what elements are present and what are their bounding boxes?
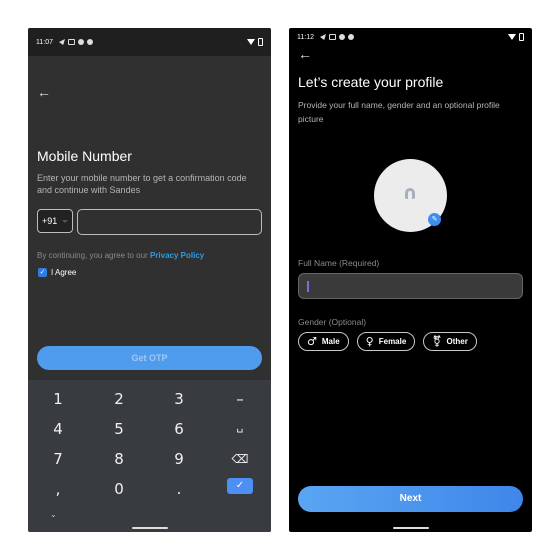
back-arrow-icon[interactable]: ← — [37, 85, 51, 99]
gender-chip-female[interactable]: ♀ Female — [356, 332, 416, 351]
numeric-keyboard: 1 2 3 – 4 5 6 ␣ 7 8 9 ⌫ , 0 . ✓ ⌄ — [28, 380, 271, 532]
telegram-icon — [59, 39, 65, 45]
create-profile-screen: 11:12 ← Let’s create your profile Provid… — [289, 28, 532, 532]
key-2[interactable]: 2 — [99, 390, 139, 408]
privacy-policy-link[interactable]: Privacy Policy — [150, 251, 204, 260]
key-space[interactable]: ␣ — [220, 420, 260, 433]
page-title: Mobile Number — [37, 148, 132, 164]
key-9[interactable]: 9 — [159, 450, 199, 468]
full-name-label: Full Name (Required) — [298, 258, 380, 268]
key-dash[interactable]: – — [220, 390, 260, 408]
gender-chip-other[interactable]: ⚧ Other — [423, 332, 477, 351]
battery-icon — [258, 38, 263, 46]
gesture-nav-bar[interactable] — [392, 527, 429, 529]
country-code-select[interactable]: +91 — [37, 209, 73, 233]
page-description: Enter your mobile number to get a confir… — [37, 173, 247, 195]
page-description: Provide your full name, gender and an op… — [298, 100, 500, 124]
key-6[interactable]: 6 — [159, 420, 199, 438]
gesture-nav-bar[interactable] — [131, 527, 168, 529]
agree-checkbox-row[interactable]: ✓ I Agree — [38, 268, 76, 277]
status-time: 11:12 — [297, 33, 314, 41]
mobile-number-input[interactable] — [77, 209, 262, 235]
gender-options: ♂ Male ♀ Female ⚧ Other — [298, 332, 477, 351]
key-comma[interactable]: , — [38, 480, 78, 498]
key-0[interactable]: 0 — [99, 480, 139, 498]
transgender-icon: ⚧ — [432, 335, 442, 348]
edit-pencil-icon[interactable]: ✎ — [428, 213, 441, 226]
text-cursor — [307, 281, 309, 292]
spotify-icon — [78, 39, 84, 45]
chevron-down-icon — [62, 220, 68, 223]
spotify-icon — [348, 34, 354, 40]
person-icon — [405, 188, 415, 199]
gender-chip-male[interactable]: ♂ Male — [298, 332, 349, 351]
spotify-icon — [339, 34, 345, 40]
chip-label: Female — [378, 337, 407, 346]
key-5[interactable]: 5 — [99, 420, 139, 438]
key-period[interactable]: . — [159, 480, 199, 498]
status-time: 11:07 — [36, 38, 53, 46]
consent-label: By continuing, you agree to our — [37, 251, 150, 260]
telegram-icon — [320, 34, 326, 40]
get-otp-button[interactable]: Get OTP — [37, 346, 262, 370]
agree-label: I Agree — [51, 268, 77, 277]
key-1[interactable]: 1 — [38, 390, 78, 408]
male-icon: ♂ — [307, 335, 317, 348]
keyboard-hide-icon[interactable]: ⌄ — [50, 510, 57, 519]
status-bar: 11:07 — [28, 28, 271, 56]
chip-label: Male — [321, 337, 340, 346]
consent-text: By continuing, you agree to our Privacy … — [37, 251, 204, 260]
mobile-number-screen: 11:07 ← Mobile Number Enter your mobile … — [28, 28, 271, 532]
notification-icon — [68, 39, 75, 45]
key-7[interactable]: 7 — [38, 450, 78, 468]
wifi-icon — [508, 34, 516, 40]
next-button[interactable]: Next — [298, 486, 523, 512]
agree-checkbox[interactable]: ✓ — [38, 268, 47, 277]
key-4[interactable]: 4 — [38, 420, 78, 438]
notification-icon — [329, 34, 336, 40]
full-name-input[interactable] — [298, 273, 523, 299]
gender-label: Gender (Optional) — [298, 317, 367, 327]
page-title: Let’s create your profile — [298, 74, 444, 90]
country-code-value: +91 — [42, 216, 58, 226]
key-3[interactable]: 3 — [159, 390, 199, 408]
status-bar: 11:12 — [289, 28, 532, 46]
chip-label: Other — [446, 337, 468, 346]
spotify-icon — [87, 39, 93, 45]
backspace-icon[interactable]: ⌫ — [220, 452, 260, 466]
battery-icon — [519, 33, 524, 41]
back-arrow-icon[interactable]: ← — [298, 47, 312, 61]
key-8[interactable]: 8 — [99, 450, 139, 468]
female-icon: ♀ — [365, 335, 374, 348]
wifi-icon — [247, 39, 255, 45]
done-check-icon[interactable]: ✓ — [227, 478, 253, 494]
